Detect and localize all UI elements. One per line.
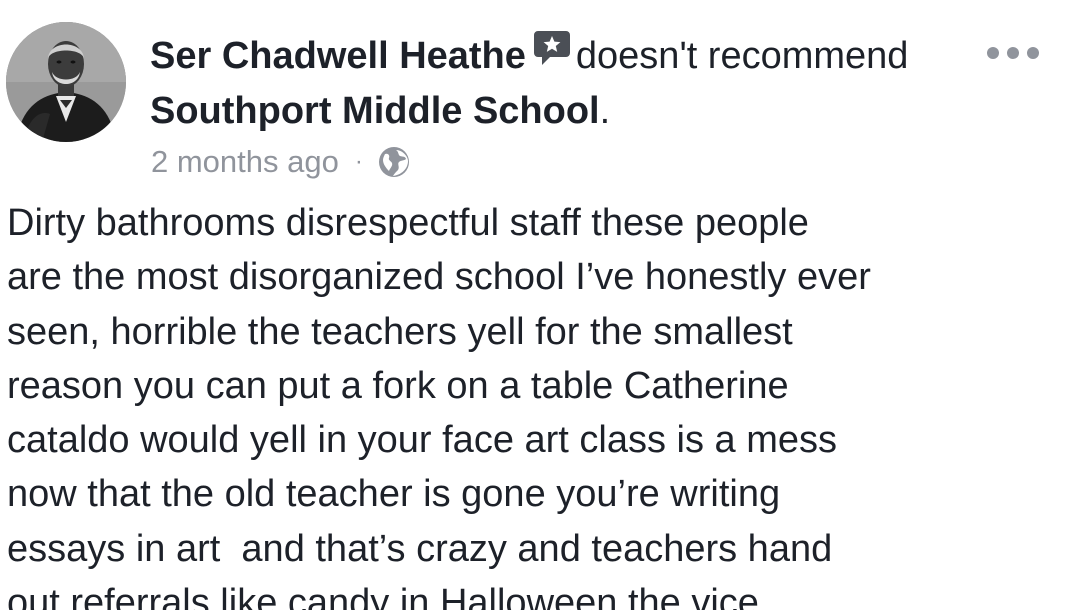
review-line: now that the old teacher is gone you’re … <box>7 473 781 516</box>
author-name[interactable]: Ser Chadwell Heathe <box>150 35 526 77</box>
avatar[interactable] <box>6 22 126 142</box>
place-name[interactable]: Southport Middle School <box>150 90 600 132</box>
review-line: cataldo would yell in your face art clas… <box>7 419 838 462</box>
header-period: . <box>599 89 611 132</box>
more-options-button[interactable] <box>985 38 1041 68</box>
globe-icon[interactable] <box>377 145 411 179</box>
more-options-icon <box>987 47 1039 59</box>
review-line: Dirty bathrooms disrespectful staff thes… <box>7 202 809 244</box>
action-text: doesn't recommend <box>575 35 909 77</box>
meta-separator: · <box>354 148 363 175</box>
timestamp[interactable]: 2 months ago <box>151 142 339 182</box>
review-line: are the most disorganized school I’ve ho… <box>7 256 871 299</box>
review-line: seen, horrible the teachers yell for the… <box>7 310 793 353</box>
post-meta: 2 months ago · <box>151 142 411 182</box>
speech-bubble-star-icon <box>532 27 572 81</box>
profile-photo <box>6 22 126 142</box>
review-text: Dirty bathrooms disrespectful staff thes… <box>7 196 1077 610</box>
review-line: out referrals like candy in Halloween th… <box>7 582 759 610</box>
review-line: reason you can put a fork on a table Cat… <box>7 364 789 407</box>
post-header: Ser Chadwell Heathe doesn't recommend So… <box>150 30 950 137</box>
review-line: essays in art and that’s crazy and teach… <box>7 527 833 570</box>
